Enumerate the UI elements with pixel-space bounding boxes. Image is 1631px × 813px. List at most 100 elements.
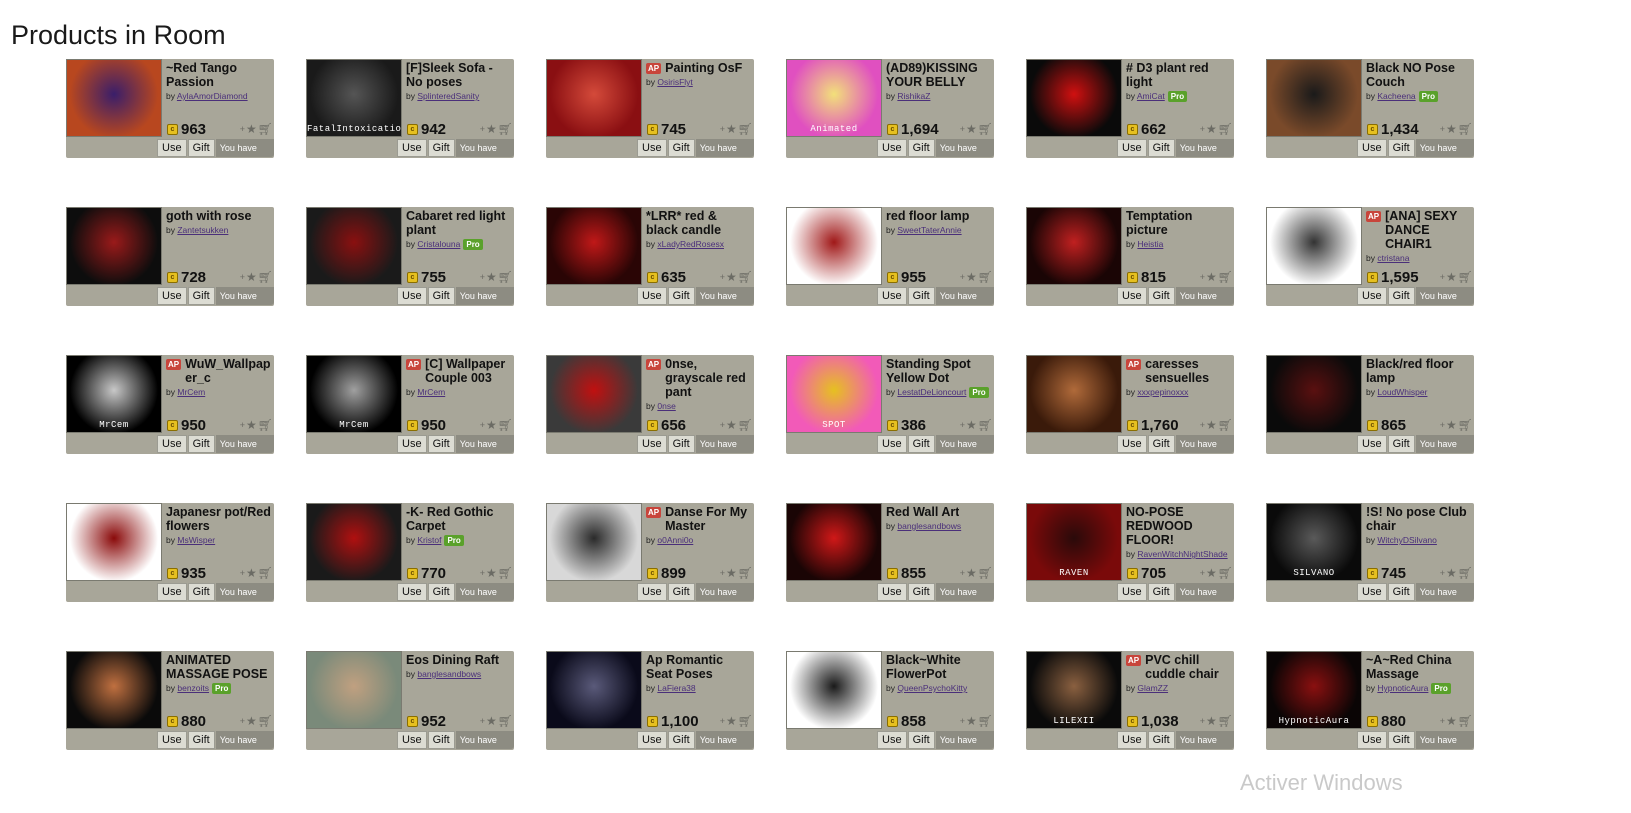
plus-icon[interactable]: +: [240, 124, 245, 134]
add-to-cart-icon[interactable]: 🛒︎: [258, 122, 273, 136]
add-to-cart-icon[interactable]: 🛒︎: [978, 270, 993, 284]
star-icon[interactable]: ★: [1446, 418, 1457, 432]
plus-icon[interactable]: +: [480, 716, 485, 726]
plus-icon[interactable]: +: [1200, 420, 1205, 430]
add-to-cart-icon[interactable]: 🛒︎: [738, 122, 753, 136]
product-thumbnail[interactable]: [1026, 59, 1122, 137]
creator-link[interactable]: AmiCat: [1137, 91, 1165, 101]
star-icon[interactable]: ★: [486, 122, 497, 136]
product-title[interactable]: *LRR* red & black candle: [646, 209, 752, 237]
plus-icon[interactable]: +: [720, 272, 725, 282]
add-to-cart-icon[interactable]: 🛒︎: [1218, 566, 1233, 580]
product-thumbnail[interactable]: [306, 651, 402, 729]
product-thumbnail[interactable]: [306, 207, 402, 285]
product-thumbnail[interactable]: [1026, 355, 1122, 433]
use-button[interactable]: Use: [157, 139, 187, 157]
creator-link[interactable]: OsirisFlyt: [657, 77, 692, 87]
add-to-cart-icon[interactable]: 🛒︎: [1458, 270, 1473, 284]
gift-button[interactable]: Gift: [1147, 139, 1175, 157]
star-icon[interactable]: ★: [1446, 714, 1457, 728]
star-icon[interactable]: ★: [726, 714, 737, 728]
product-title[interactable]: WuW_Wallpaper_c: [185, 357, 272, 385]
creator-link[interactable]: LoudWhisper: [1377, 387, 1427, 397]
plus-icon[interactable]: +: [480, 568, 485, 578]
creator-link[interactable]: RishikaZ: [897, 91, 930, 101]
plus-icon[interactable]: +: [480, 124, 485, 134]
gift-button[interactable]: Gift: [187, 731, 215, 749]
plus-icon[interactable]: +: [1200, 124, 1205, 134]
use-button[interactable]: Use: [637, 583, 667, 601]
product-thumbnail[interactable]: [66, 59, 162, 137]
use-button[interactable]: Use: [1117, 731, 1147, 749]
add-to-cart-icon[interactable]: 🛒︎: [498, 714, 513, 728]
star-icon[interactable]: ★: [966, 714, 977, 728]
creator-link[interactable]: GlamZZ: [1137, 683, 1168, 693]
gift-button[interactable]: Gift: [1147, 287, 1175, 305]
gift-button[interactable]: Gift: [187, 287, 215, 305]
add-to-cart-icon[interactable]: 🛒︎: [738, 714, 753, 728]
gift-button[interactable]: Gift: [427, 139, 455, 157]
creator-link[interactable]: MsWisper: [177, 535, 215, 545]
use-button[interactable]: Use: [637, 139, 667, 157]
product-thumbnail[interactable]: RAVEN: [1026, 503, 1122, 581]
creator-link[interactable]: Kacheena: [1377, 91, 1415, 101]
plus-icon[interactable]: +: [720, 716, 725, 726]
add-to-cart-icon[interactable]: 🛒︎: [258, 270, 273, 284]
add-to-cart-icon[interactable]: 🛒︎: [1458, 714, 1473, 728]
gift-button[interactable]: Gift: [907, 435, 935, 453]
star-icon[interactable]: ★: [486, 566, 497, 580]
plus-icon[interactable]: +: [720, 568, 725, 578]
product-thumbnail[interactable]: [1266, 355, 1362, 433]
star-icon[interactable]: ★: [486, 714, 497, 728]
use-button[interactable]: Use: [1357, 583, 1387, 601]
use-button[interactable]: Use: [877, 583, 907, 601]
plus-icon[interactable]: +: [240, 272, 245, 282]
gift-button[interactable]: Gift: [1147, 435, 1175, 453]
use-button[interactable]: Use: [637, 435, 667, 453]
product-thumbnail[interactable]: [546, 355, 642, 433]
creator-link[interactable]: AylaAmorDiamond: [177, 91, 248, 101]
gift-button[interactable]: Gift: [187, 583, 215, 601]
plus-icon[interactable]: +: [240, 568, 245, 578]
use-button[interactable]: Use: [1117, 287, 1147, 305]
product-thumbnail[interactable]: [306, 503, 402, 581]
product-title[interactable]: [ANA] SEXY DANCE CHAIR1: [1385, 209, 1472, 251]
creator-link[interactable]: banglesandbows: [417, 669, 481, 679]
product-title[interactable]: 0nse, grayscale red pant: [665, 357, 752, 399]
gift-button[interactable]: Gift: [907, 139, 935, 157]
star-icon[interactable]: ★: [966, 566, 977, 580]
star-icon[interactable]: ★: [246, 418, 257, 432]
plus-icon[interactable]: +: [1200, 568, 1205, 578]
plus-icon[interactable]: +: [1440, 420, 1445, 430]
add-to-cart-icon[interactable]: 🛒︎: [258, 418, 273, 432]
product-thumbnail[interactable]: LILEXII: [1026, 651, 1122, 729]
use-button[interactable]: Use: [397, 287, 427, 305]
plus-icon[interactable]: +: [1440, 124, 1445, 134]
creator-link[interactable]: banglesandbows: [897, 521, 961, 531]
star-icon[interactable]: ★: [486, 270, 497, 284]
use-button[interactable]: Use: [157, 287, 187, 305]
product-thumbnail[interactable]: [66, 207, 162, 285]
use-button[interactable]: Use: [1117, 435, 1147, 453]
add-to-cart-icon[interactable]: 🛒︎: [1218, 714, 1233, 728]
gift-button[interactable]: Gift: [427, 731, 455, 749]
star-icon[interactable]: ★: [1206, 122, 1217, 136]
product-title[interactable]: Japanesr pot/Red flowers: [166, 505, 272, 533]
product-thumbnail[interactable]: MrCem: [306, 355, 402, 433]
add-to-cart-icon[interactable]: 🛒︎: [258, 714, 273, 728]
product-title[interactable]: Temptation picture: [1126, 209, 1232, 237]
add-to-cart-icon[interactable]: 🛒︎: [978, 566, 993, 580]
add-to-cart-icon[interactable]: 🛒︎: [738, 418, 753, 432]
gift-button[interactable]: Gift: [667, 139, 695, 157]
creator-link[interactable]: 0nse: [657, 401, 675, 411]
plus-icon[interactable]: +: [1440, 568, 1445, 578]
use-button[interactable]: Use: [397, 583, 427, 601]
use-button[interactable]: Use: [637, 287, 667, 305]
gift-button[interactable]: Gift: [667, 287, 695, 305]
gift-button[interactable]: Gift: [1387, 583, 1415, 601]
product-thumbnail[interactable]: [546, 207, 642, 285]
star-icon[interactable]: ★: [486, 418, 497, 432]
gift-button[interactable]: Gift: [907, 731, 935, 749]
creator-link[interactable]: Zantetsukken: [177, 225, 228, 235]
add-to-cart-icon[interactable]: 🛒︎: [1458, 122, 1473, 136]
